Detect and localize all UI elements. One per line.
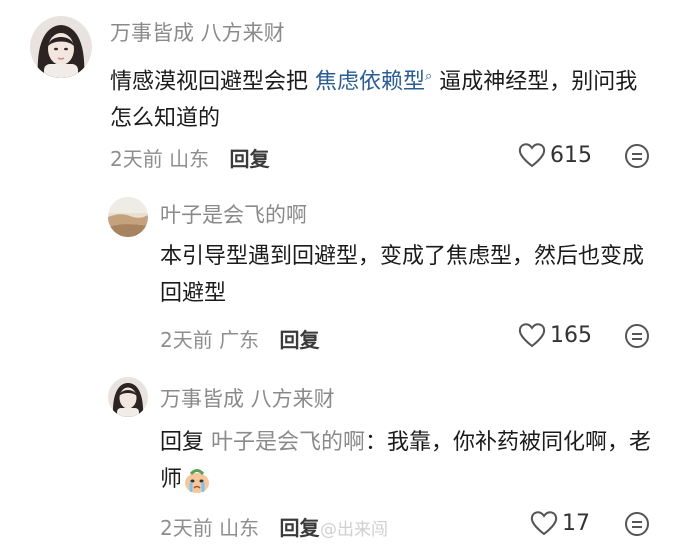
comment-username[interactable]: 万事皆成 八方来财 <box>160 383 335 413</box>
comment-username[interactable]: 叶子是会飞的啊 <box>160 199 307 229</box>
avatar-desert-image <box>108 197 148 237</box>
comment-location: 山东 <box>219 516 260 540</box>
heart-outline-icon <box>530 511 558 536</box>
reply-button[interactable]: 回复 <box>229 147 269 171</box>
comment-location: 山东 <box>169 147 210 171</box>
mention-link[interactable]: 叶子是会飞的啊 <box>211 430 365 455</box>
heart-outline-icon <box>518 323 546 348</box>
comment-meta: 2天前 广东 回复 <box>160 324 319 353</box>
reply-button[interactable]: 回复 <box>279 328 319 352</box>
like-button[interactable]: 17 <box>530 510 590 536</box>
avatar-girl-image <box>108 377 148 417</box>
heart-outline-icon <box>518 143 546 168</box>
comment-time: 2天前 <box>160 328 213 352</box>
comment-text: 情感漠视回避型会把 焦虑依赖型⌕ 逼成神经型，别问我怎么知道的 <box>110 58 640 137</box>
comment-text-before: 情感漠视回避型会把 <box>110 69 315 95</box>
like-button[interactable]: 615 <box>518 142 592 168</box>
avatar[interactable] <box>30 16 92 78</box>
like-button[interactable]: 165 <box>518 322 592 348</box>
comment-time: 2天前 <box>160 516 213 540</box>
like-count: 165 <box>550 322 592 348</box>
reply-button[interactable]: 回复 <box>279 516 319 540</box>
reply-prefix: 回复 <box>160 430 211 455</box>
comment-username[interactable]: 万事皆成 八方来财 <box>110 17 285 47</box>
comment-location: 广东 <box>219 328 260 352</box>
watermark: @出来闯 <box>320 520 388 540</box>
comment-text: 回复 叶子是会飞的啊：我靠，你补药被同化啊，老师 <box>160 424 660 498</box>
like-count: 17 <box>562 510 590 536</box>
keyword-link[interactable]: 焦虑依赖型 <box>315 69 425 94</box>
like-count: 615 <box>550 142 592 168</box>
comment-text: 本引导型遇到回避型，变成了焦虑型，然后也变成回避型 <box>160 244 645 306</box>
comment-smile-icon[interactable] <box>624 323 650 353</box>
comment-meta: 2天前 山东 回复 <box>160 512 319 541</box>
avatar-girl-image <box>30 16 92 78</box>
comment-smile-icon[interactable] <box>624 511 650 541</box>
comment-smile-icon[interactable] <box>624 143 650 173</box>
comment-meta: 2天前 山东 回复 <box>110 143 269 172</box>
crying-face-emoji <box>182 465 212 495</box>
avatar[interactable] <box>108 377 148 417</box>
comment-time: 2天前 <box>110 147 163 171</box>
avatar[interactable] <box>108 197 148 237</box>
